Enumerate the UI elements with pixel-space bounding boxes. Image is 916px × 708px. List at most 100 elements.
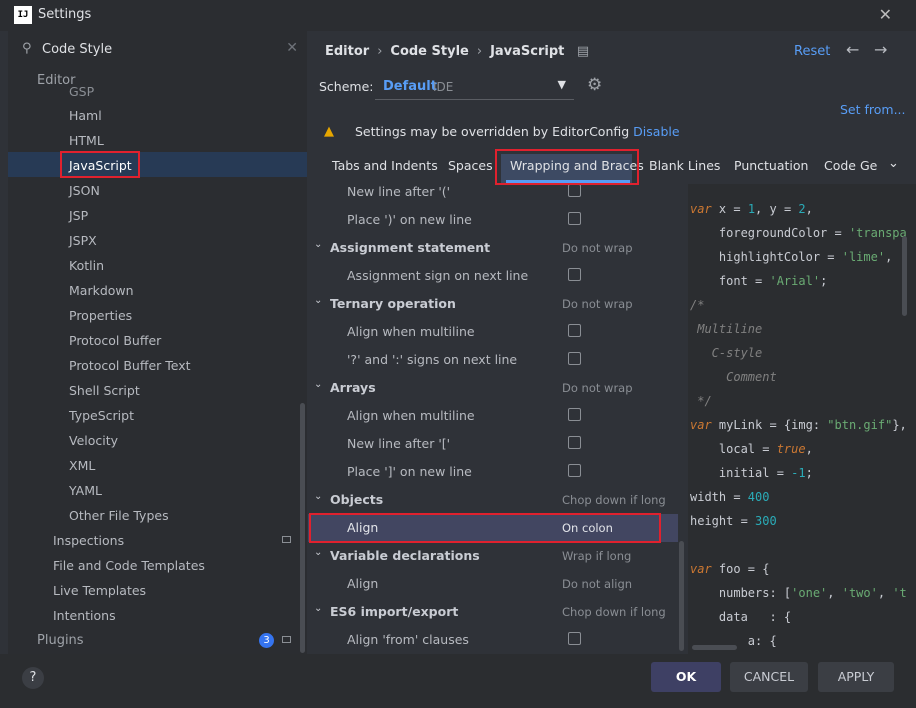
editorconfig-warning: Settings may be overridden by EditorConf… (355, 124, 680, 139)
code-line: local = true, (690, 442, 813, 456)
code-token: /* (690, 298, 705, 312)
sidebar-item-velocity[interactable]: Velocity (69, 428, 118, 453)
option-row[interactable]: Place ']' on new line (308, 458, 678, 486)
breadcrumb-editor[interactable]: Editor (325, 44, 369, 59)
chevron-down-icon[interactable]: ⌄ (314, 379, 322, 390)
option-row[interactable]: Align 'from' clauses (308, 626, 678, 654)
option-row[interactable]: '?' and ':' signs on next line (308, 346, 678, 374)
sidebar-item-json[interactable]: JSON (69, 178, 100, 203)
sidebar-item-html[interactable]: HTML (69, 128, 104, 153)
tab-code-generation[interactable]: Code Ge (824, 158, 877, 173)
sidebar-item-file-and-code-templates[interactable]: File and Code Templates (53, 553, 205, 578)
close-icon[interactable]: ✕ (879, 5, 892, 24)
option-label: '?' and ':' signs on next line (347, 352, 518, 367)
option-row[interactable]: Align when multiline (308, 318, 678, 346)
code-line: var myLink = {img: "btn.gif"}, (690, 418, 907, 432)
tab-spaces[interactable]: Spaces (448, 158, 493, 173)
sidebar-item-live-templates[interactable]: Live Templates (53, 578, 146, 603)
sidebar-item-kotlin[interactable]: Kotlin (69, 253, 104, 278)
sidebar-item-haml[interactable]: Haml (69, 103, 102, 128)
sidebar-item-protocol-buffer-text[interactable]: Protocol Buffer Text (69, 353, 191, 378)
chevron-down-icon[interactable]: ⌄ (314, 491, 322, 502)
apply-button[interactable]: APPLY (818, 662, 894, 692)
sidebar-item-xml[interactable]: XML (69, 453, 95, 478)
option-value-dropdown[interactable]: Do not wrap (562, 241, 633, 255)
chevron-down-icon[interactable]: ⌄ (314, 603, 322, 614)
code-token: var (690, 202, 712, 216)
option-row[interactable]: New line after '(' (308, 184, 678, 206)
tab-punctuation[interactable]: Punctuation (734, 158, 808, 173)
cancel-button[interactable]: CANCEL (730, 662, 808, 692)
option-value-dropdown[interactable]: Do not align (562, 577, 632, 591)
option-checkbox[interactable] (568, 352, 581, 365)
sidebar-section-plugins[interactable]: Plugins (37, 628, 84, 653)
code-token: x = (711, 202, 748, 216)
chevron-down-icon[interactable]: ⌄ (314, 239, 322, 250)
set-from-link[interactable]: Set from... (840, 102, 906, 117)
option-value-dropdown[interactable]: Do not wrap (562, 381, 633, 395)
option-checkbox[interactable] (568, 184, 581, 197)
option-row[interactable]: Align when multiline (308, 402, 678, 430)
option-value-dropdown[interactable]: Chop down if long (562, 493, 666, 507)
project-scope-icon (282, 536, 291, 543)
sidebar-item-inspections[interactable]: Inspections (53, 528, 124, 553)
code-token: , (885, 250, 893, 264)
option-checkbox[interactable] (568, 464, 581, 477)
ok-button[interactable]: OK (651, 662, 721, 692)
option-checkbox[interactable] (568, 268, 581, 281)
code-token: true (776, 442, 806, 456)
option-row[interactable]: Align Do not align (308, 570, 678, 598)
scheme-dropdown[interactable]: Default IDE ▼ (375, 75, 574, 100)
option-value-dropdown[interactable]: Wrap if long (562, 549, 631, 563)
sidebar-item-properties[interactable]: Properties (69, 303, 132, 328)
option-row[interactable]: Assignment sign on next line (308, 262, 678, 290)
sidebar-item-other-file-types[interactable]: Other File Types (69, 503, 169, 528)
disable-link[interactable]: Disable (633, 124, 679, 139)
sidebar-item-jsp[interactable]: JSP (69, 203, 88, 228)
option-checkbox[interactable] (568, 212, 581, 225)
reset-link[interactable]: Reset (794, 44, 830, 59)
settings-search[interactable]: ⚲ Code Style ✕ (16, 39, 302, 61)
preview-vertical-scrollbar[interactable] (902, 236, 907, 316)
clear-search-icon[interactable]: ✕ (286, 40, 298, 56)
option-row[interactable]: New line after '[' (308, 430, 678, 458)
breadcrumb-code-style[interactable]: Code Style (390, 44, 468, 59)
sidebar-item-gsp[interactable]: GSP (69, 85, 94, 99)
option-group-row[interactable]: ⌄ Arrays Do not wrap (308, 374, 678, 402)
option-group-row[interactable]: ⌄ Assignment statement Do not wrap (308, 234, 678, 262)
tab-blank-lines[interactable]: Blank Lines (649, 158, 720, 173)
sidebar-item-protocol-buffer[interactable]: Protocol Buffer (69, 328, 161, 353)
option-group-row[interactable]: ⌄ Ternary operation Do not wrap (308, 290, 678, 318)
code-line: Comment (690, 370, 777, 384)
option-value-dropdown[interactable]: Chop down if long (562, 605, 666, 619)
back-arrow-icon[interactable]: ← (846, 40, 859, 59)
option-checkbox[interactable] (568, 436, 581, 449)
sidebar-item-jspx[interactable]: JSPX (69, 228, 97, 253)
code-token: 'transpa (848, 226, 907, 240)
option-group-row[interactable]: ⌄ ES6 import/export Chop down if long (308, 598, 678, 626)
option-checkbox[interactable] (568, 324, 581, 337)
help-button[interactable]: ? (22, 667, 44, 689)
option-group-row[interactable]: ⌄ Objects Chop down if long (308, 486, 678, 514)
sidebar-item-yaml[interactable]: YAML (69, 478, 102, 503)
sidebar-item-markdown[interactable]: Markdown (69, 278, 134, 303)
gear-icon[interactable]: ⚙ (587, 75, 602, 95)
forward-arrow-icon[interactable]: → (874, 40, 887, 59)
option-row[interactable]: Place ')' on new line (308, 206, 678, 234)
chevron-down-icon[interactable]: ⌄ (314, 547, 322, 558)
search-input[interactable]: Code Style (42, 42, 112, 57)
option-checkbox[interactable] (568, 408, 581, 421)
sidebar-item-intentions[interactable]: Intentions (53, 603, 116, 628)
option-label: Assignment statement (330, 240, 491, 255)
option-group-row[interactable]: ⌄ Variable declarations Wrap if long (308, 542, 678, 570)
option-checkbox[interactable] (568, 632, 581, 645)
sidebar-item-shell-script[interactable]: Shell Script (69, 378, 140, 403)
sidebar-item-typescript[interactable]: TypeScript (69, 403, 134, 428)
chevron-down-icon[interactable]: ⌄ (314, 295, 322, 306)
preview-horizontal-scrollbar[interactable] (692, 645, 737, 650)
options-scrollbar[interactable] (679, 541, 684, 651)
option-value-dropdown[interactable]: Do not wrap (562, 297, 633, 311)
sidebar-scrollbar[interactable] (300, 403, 305, 653)
chevron-down-icon[interactable]: ⌄ (888, 156, 899, 171)
tab-tabs-and-indents[interactable]: Tabs and Indents (332, 158, 438, 173)
